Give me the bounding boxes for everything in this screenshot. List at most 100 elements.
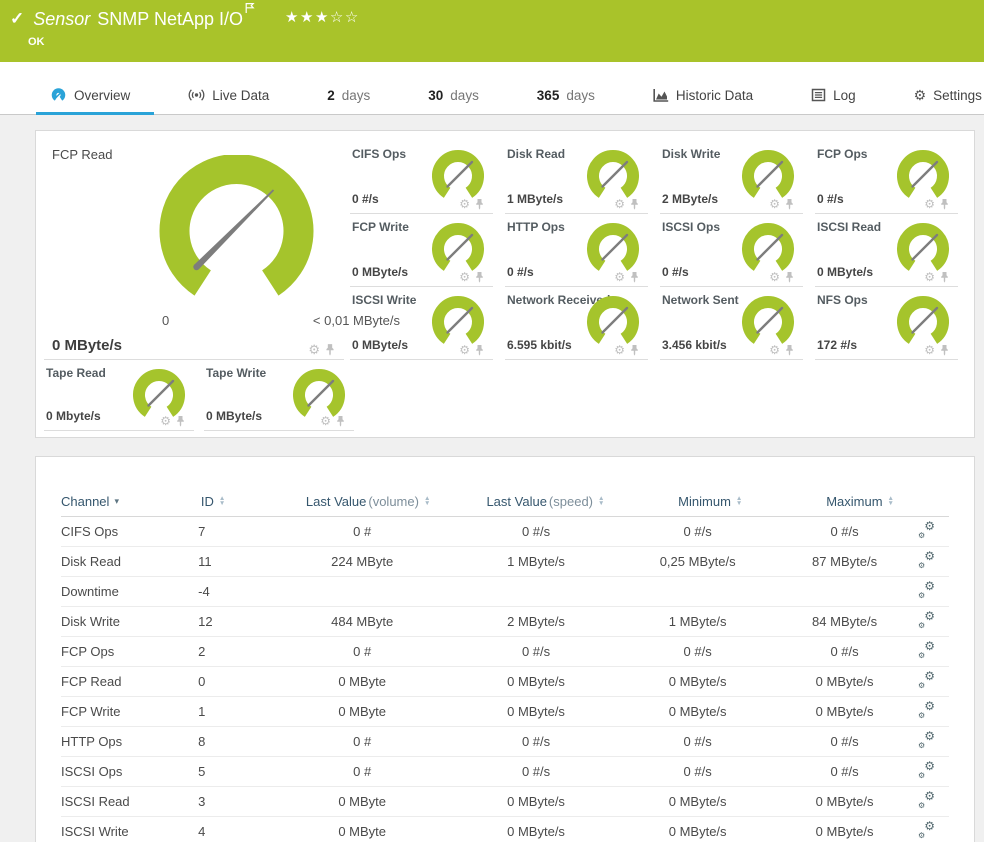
- main-gauge-tile[interactable]: FCP Read 0 < 0,01 MByte/s 0 MByte/s ⚙: [44, 141, 400, 360]
- gauge-tile-disk-read[interactable]: Disk Read 1 MByte/s ⚙: [505, 141, 648, 214]
- gauge-tile-disk-write[interactable]: Disk Write 2 MByte/s ⚙: [660, 141, 803, 214]
- gauge-title: ISCSI Write: [352, 293, 417, 307]
- table-row-cifs-ops[interactable]: CIFS Ops 7 0 # 0 #/s 0 #/s 0 #/s ⚙ ⚙: [61, 517, 949, 547]
- table-row-http-ops[interactable]: HTTP Ops 8 0 # 0 #/s 0 #/s 0 #/s ⚙ ⚙: [61, 727, 949, 757]
- pin-icon[interactable]: [474, 271, 485, 283]
- pin-icon[interactable]: [784, 344, 795, 356]
- column-header-last-value-volume[interactable]: Last Value (volume) ▲ ▼: [281, 494, 456, 509]
- pin-icon[interactable]: [335, 415, 346, 427]
- gauge-tile-nfs-ops[interactable]: NFS Ops 172 #/s ⚙: [815, 287, 958, 360]
- pin-icon[interactable]: [474, 198, 485, 210]
- column-header-maximum[interactable]: Maximum ▲ ▼: [785, 494, 935, 509]
- gauge-tile-iscsi-read[interactable]: ISCSI Read 0 MByte/s ⚙: [815, 214, 958, 287]
- edit-channel-icon[interactable]: ⚙ ⚙: [918, 580, 935, 600]
- gear-icon[interactable]: ⚙: [614, 198, 625, 210]
- edit-channel-icon[interactable]: ⚙ ⚙: [918, 760, 935, 780]
- pin-icon[interactable]: [474, 344, 485, 356]
- gear-icon[interactable]: ⚙: [924, 344, 935, 356]
- star-icon[interactable]: ★: [285, 9, 300, 26]
- pin-icon[interactable]: [939, 198, 950, 210]
- channel-cell: 0 MByte: [338, 704, 387, 719]
- table-row-fcp-ops[interactable]: FCP Ops 2 0 # 0 #/s 0 #/s 0 #/s ⚙ ⚙: [61, 637, 949, 667]
- edit-channel-icon[interactable]: ⚙ ⚙: [918, 700, 935, 720]
- table-row-fcp-read[interactable]: FCP Read 0 0 MByte 0 MByte/s 0 MByte/s 0 MByt…: [61, 667, 949, 697]
- gear-icon[interactable]: ⚙: [769, 198, 780, 210]
- edit-channel-icon[interactable]: ⚙ ⚙: [918, 640, 935, 660]
- column-header-last-value-speed[interactable]: Last Value (speed) ▲ ▼: [456, 494, 636, 509]
- table-row-iscsi-write[interactable]: ISCSI Write 4 0 MByte 0 MByte/s 0 MByte/s 0 M…: [61, 817, 949, 842]
- gear-icon[interactable]: ⚙: [459, 271, 470, 283]
- pin-icon[interactable]: [784, 271, 795, 283]
- edit-channel-icon[interactable]: ⚙ ⚙: [918, 520, 935, 540]
- priority-star-rating[interactable]: ★★★☆☆: [285, 8, 360, 28]
- tab-live-data[interactable]: Live Data: [186, 78, 271, 114]
- pin-icon[interactable]: [784, 198, 795, 210]
- gauge-tile-fcp-ops[interactable]: FCP Ops 0 #/s ⚙: [815, 141, 958, 214]
- gauge-tile-tape-write[interactable]: Tape Write 0 MByte/s ⚙: [204, 360, 354, 431]
- star-icon[interactable]: ★: [300, 9, 315, 26]
- edit-channel-icon[interactable]: ⚙ ⚙: [918, 610, 935, 630]
- column-header-minimum[interactable]: Minimum ▲ ▼: [635, 494, 785, 509]
- pin-icon[interactable]: [629, 344, 640, 356]
- gear-icon[interactable]: ⚙: [769, 271, 780, 283]
- tab-365-days[interactable]: 365 days: [535, 78, 597, 114]
- gauge-title: Disk Read: [507, 147, 566, 161]
- column-header-id[interactable]: ID ▲ ▼: [201, 494, 281, 509]
- gear-icon[interactable]: ⚙: [614, 344, 625, 356]
- pin-icon[interactable]: [939, 271, 950, 283]
- table-row-disk-write[interactable]: Disk Write 12 484 MByte 2 MByte/s 1 MByte/s 8…: [61, 607, 949, 637]
- gauge-tile-network-sent[interactable]: Network Sent 3.456 kbit/s ⚙: [660, 287, 803, 360]
- log-icon: [811, 88, 826, 102]
- table-row-downtime[interactable]: Downtime -4 ⚙ ⚙: [61, 577, 949, 607]
- pin-icon[interactable]: [629, 198, 640, 210]
- tab-historic-data[interactable]: Historic Data: [651, 78, 755, 114]
- favorite-flag-icon[interactable]: [245, 2, 255, 15]
- column-header-channel[interactable]: Channel ▾: [61, 494, 201, 509]
- channel-cell: 12: [198, 614, 213, 629]
- star-icon[interactable]: ☆: [330, 9, 345, 26]
- channel-cell: 0 MByte/s: [668, 824, 727, 839]
- pin-icon[interactable]: [629, 271, 640, 283]
- gear-icon[interactable]: ⚙: [459, 198, 470, 210]
- gear-icon[interactable]: ⚙: [924, 271, 935, 283]
- tab-2-days[interactable]: 2 days: [325, 78, 372, 114]
- table-row-disk-read[interactable]: Disk Read 11 224 MByte 1 MByte/s 0,25 MByte/…: [61, 547, 949, 577]
- edit-channel-icon[interactable]: ⚙ ⚙: [918, 670, 935, 690]
- edit-channel-icon[interactable]: ⚙ ⚙: [918, 550, 935, 570]
- gauge-tile-http-ops[interactable]: HTTP Ops 0 #/s ⚙: [505, 214, 648, 287]
- pin-icon[interactable]: [175, 415, 186, 427]
- gauge-tile-fcp-write[interactable]: FCP Write 0 MByte/s ⚙: [350, 214, 493, 287]
- table-row-iscsi-read[interactable]: ISCSI Read 3 0 MByte 0 MByte/s 0 MByte/s 0 MB…: [61, 787, 949, 817]
- channel-cell: 0 MByte/s: [815, 674, 874, 689]
- gear-icon[interactable]: ⚙: [459, 344, 470, 356]
- pin-icon[interactable]: [939, 344, 950, 356]
- table-row-fcp-write[interactable]: FCP Write 1 0 MByte 0 MByte/s 0 MByte/s 0 MBy…: [61, 697, 949, 727]
- channel-name: Disk Read: [61, 554, 121, 569]
- edit-channel-icon[interactable]: ⚙ ⚙: [918, 730, 935, 750]
- gear-icon[interactable]: ⚙: [614, 271, 625, 283]
- edit-channel-icon[interactable]: ⚙ ⚙: [918, 820, 935, 840]
- gauge-tile-iscsi-write[interactable]: ISCSI Write 0 MByte/s ⚙: [350, 287, 493, 360]
- sensor-title: SNMP NetApp I/O: [97, 9, 244, 29]
- star-icon[interactable]: ☆: [345, 9, 360, 26]
- gear-icon[interactable]: ⚙: [924, 198, 935, 210]
- gear-icon[interactable]: ⚙: [769, 344, 780, 356]
- table-row-iscsi-ops[interactable]: ISCSI Ops 5 0 # 0 #/s 0 #/s 0 #/s ⚙ ⚙: [61, 757, 949, 787]
- gauge-tile-cifs-ops[interactable]: CIFS Ops 0 #/s ⚙: [350, 141, 493, 214]
- tab-overview[interactable]: Overview: [35, 78, 155, 115]
- gear-icon[interactable]: ⚙: [308, 343, 320, 356]
- channel-cell: 0 #/s: [830, 524, 859, 539]
- tab-30-days[interactable]: 30 days: [426, 78, 481, 114]
- gauge-title: Tape Write: [206, 366, 267, 380]
- gear-icon[interactable]: ⚙: [320, 415, 331, 427]
- gear-icon[interactable]: ⚙: [160, 415, 171, 427]
- tab-log[interactable]: Log: [809, 78, 858, 114]
- gauge-tile-network-received[interactable]: Network Received 6.595 kbit/s ⚙: [505, 287, 648, 360]
- pin-icon[interactable]: [324, 343, 336, 356]
- tab-label: days: [341, 87, 371, 103]
- star-icon[interactable]: ★: [315, 9, 330, 26]
- gauge-tile-tape-read[interactable]: Tape Read 0 Mbyte/s ⚙: [44, 360, 194, 431]
- tab-settings[interactable]: ⚙ Settings: [912, 78, 984, 114]
- gauge-tile-iscsi-ops[interactable]: ISCSI Ops 0 #/s ⚙: [660, 214, 803, 287]
- edit-channel-icon[interactable]: ⚙ ⚙: [918, 790, 935, 810]
